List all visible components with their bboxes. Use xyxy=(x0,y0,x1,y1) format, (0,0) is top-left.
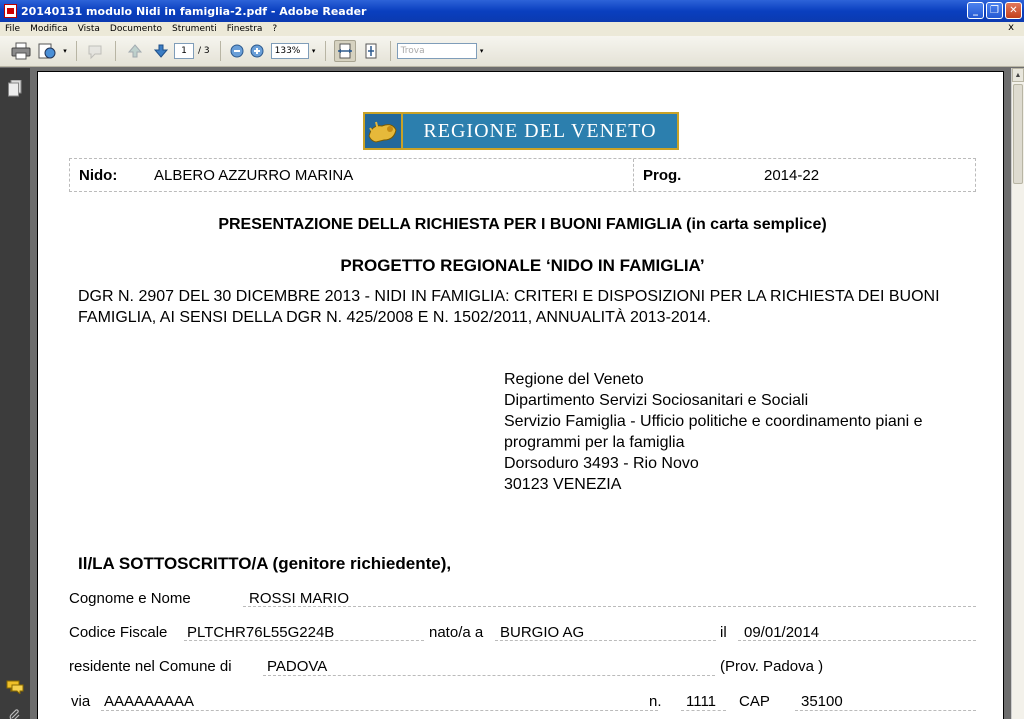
chevron-down-icon[interactable]: ▾ xyxy=(60,43,70,59)
nato-field[interactable]: BURGIO AG xyxy=(500,624,584,641)
scroll-up-icon[interactable]: ▲ xyxy=(1012,68,1024,82)
zoom-level-input[interactable]: 133% xyxy=(270,43,309,59)
cf-field[interactable]: PLTCHR76L55G224B xyxy=(187,624,334,641)
close-button[interactable]: ✕ xyxy=(1005,2,1022,19)
address-line: Regione del Veneto xyxy=(504,371,644,388)
zoom-in-icon[interactable] xyxy=(249,40,265,62)
n-label: n. xyxy=(649,693,662,710)
document-viewport[interactable]: REGIONE DEL VENETO Nido: ALBERO AZZURRO … xyxy=(30,68,1011,719)
dgr-reference: DGR N. 2907 DEL 30 DICEMBRE 2013 - NIDI … xyxy=(78,288,940,326)
page-count: / 3 xyxy=(198,46,210,56)
prog-value: 2014-22 xyxy=(764,166,820,184)
cap-underline xyxy=(795,710,976,711)
arrow-down-icon[interactable] xyxy=(150,40,172,62)
search-dropdown-icon[interactable]: ▾ xyxy=(477,43,487,59)
hand-comment-icon[interactable] xyxy=(85,40,107,62)
cap-field[interactable]: 35100 xyxy=(801,693,843,710)
logo-text: REGIONE DEL VENETO xyxy=(403,112,679,150)
adobe-reader-icon xyxy=(4,4,17,18)
fit-page-icon[interactable] xyxy=(360,40,382,62)
residente-underline xyxy=(263,675,715,676)
vertical-scrollbar[interactable]: ▲ xyxy=(1011,68,1024,719)
cf-label: Codice Fiscale xyxy=(69,624,168,641)
project-title: PROGETTO REGIONALE ‘NIDO IN FAMIGLIA’ xyxy=(340,256,705,275)
search-input[interactable]: Trova xyxy=(396,43,477,59)
residente-field[interactable]: PADOVA xyxy=(267,658,327,675)
prov-field[interactable]: (Prov. Padova ) xyxy=(720,658,823,675)
nido-label: Nido: xyxy=(79,166,118,184)
attachment-icon[interactable] xyxy=(9,708,21,719)
cap-label: CAP xyxy=(739,693,770,710)
cognome-underline xyxy=(243,606,976,607)
n-field[interactable]: 1111 xyxy=(686,693,716,710)
address-line: Dorsoduro 3493 - Rio Novo xyxy=(504,455,699,472)
address-line: Dipartimento Servizi Sociosanitari e Soc… xyxy=(504,392,809,409)
via-underline xyxy=(101,710,658,711)
menu-help[interactable]: ? xyxy=(267,24,282,34)
section-heading: Il/LA SOTTOSCRITTO/A (genitore richieden… xyxy=(78,554,452,573)
via-label: via xyxy=(71,693,91,710)
page-number-input[interactable]: 1 xyxy=(174,43,194,59)
address-line: Servizio Famiglia - Ufficio politiche e … xyxy=(504,413,923,430)
toolbar: ▾ 1 / 3 133% ▾ Trova ▾ xyxy=(0,36,1024,67)
menu-modifica[interactable]: Modifica xyxy=(25,24,73,34)
zoom-out-icon[interactable] xyxy=(229,40,245,62)
minimize-button[interactable]: _ xyxy=(967,2,984,19)
menu-strumenti[interactable]: Strumenti xyxy=(167,24,222,34)
menu-documento[interactable]: Documento xyxy=(105,24,167,34)
address-line: 30123 VENEZIA xyxy=(504,476,622,493)
residente-label: residente nel Comune di xyxy=(69,658,232,675)
via-field[interactable]: AAAAAAAAA xyxy=(104,693,194,710)
cognome-label: Cognome e Nome xyxy=(69,590,191,607)
menu-vista[interactable]: Vista xyxy=(73,24,105,34)
scrollbar-thumb[interactable] xyxy=(1013,84,1023,184)
menu-bar: File Modifica Vista Documento Strumenti … xyxy=(0,22,1024,36)
zoom-dropdown-icon[interactable]: ▾ xyxy=(309,43,319,59)
prog-label: Prog. xyxy=(643,166,682,184)
navigation-panel xyxy=(0,68,30,719)
share-icon[interactable] xyxy=(36,40,58,62)
nido-header-box: Nido: ALBERO AZZURRO MARINA Prog. 2014-2… xyxy=(69,158,976,192)
cognome-field[interactable]: ROSSI MARIO xyxy=(249,590,349,607)
title-bar: 20140131 modulo Nidi in famiglia-2.pdf -… xyxy=(0,0,1024,22)
nato-label: nato/a a xyxy=(429,624,484,641)
window-title: 20140131 modulo Nidi in famiglia-2.pdf -… xyxy=(21,4,367,18)
pages-panel-icon[interactable] xyxy=(8,79,22,97)
il-field[interactable]: 09/01/2014 xyxy=(744,624,819,641)
comments-panel-icon[interactable] xyxy=(6,680,24,696)
print-icon[interactable] xyxy=(10,40,32,62)
address-line: programmi per la famiglia xyxy=(504,434,685,451)
window-controls: _ ❐ ✕ xyxy=(967,2,1022,19)
menu-finestra[interactable]: Finestra xyxy=(222,24,268,34)
document-title: PRESENTAZIONE DELLA RICHIESTA PER I BUON… xyxy=(218,216,827,233)
lion-emblem-icon xyxy=(363,112,403,150)
document-close-button[interactable]: x xyxy=(1008,22,1014,33)
fit-width-icon[interactable] xyxy=(333,40,356,62)
arrow-up-icon[interactable] xyxy=(124,40,146,62)
menu-file[interactable]: File xyxy=(0,24,25,34)
nido-value: ALBERO AZZURRO MARINA xyxy=(154,166,354,184)
il-label: il xyxy=(720,624,727,641)
pdf-page: REGIONE DEL VENETO Nido: ALBERO AZZURRO … xyxy=(37,71,1004,719)
restore-button[interactable]: ❐ xyxy=(986,2,1003,19)
regione-veneto-logo: REGIONE DEL VENETO xyxy=(363,112,679,150)
n-underline xyxy=(681,710,726,711)
recipient-address: Regione del Veneto Dipartimento Servizi … xyxy=(504,369,923,495)
